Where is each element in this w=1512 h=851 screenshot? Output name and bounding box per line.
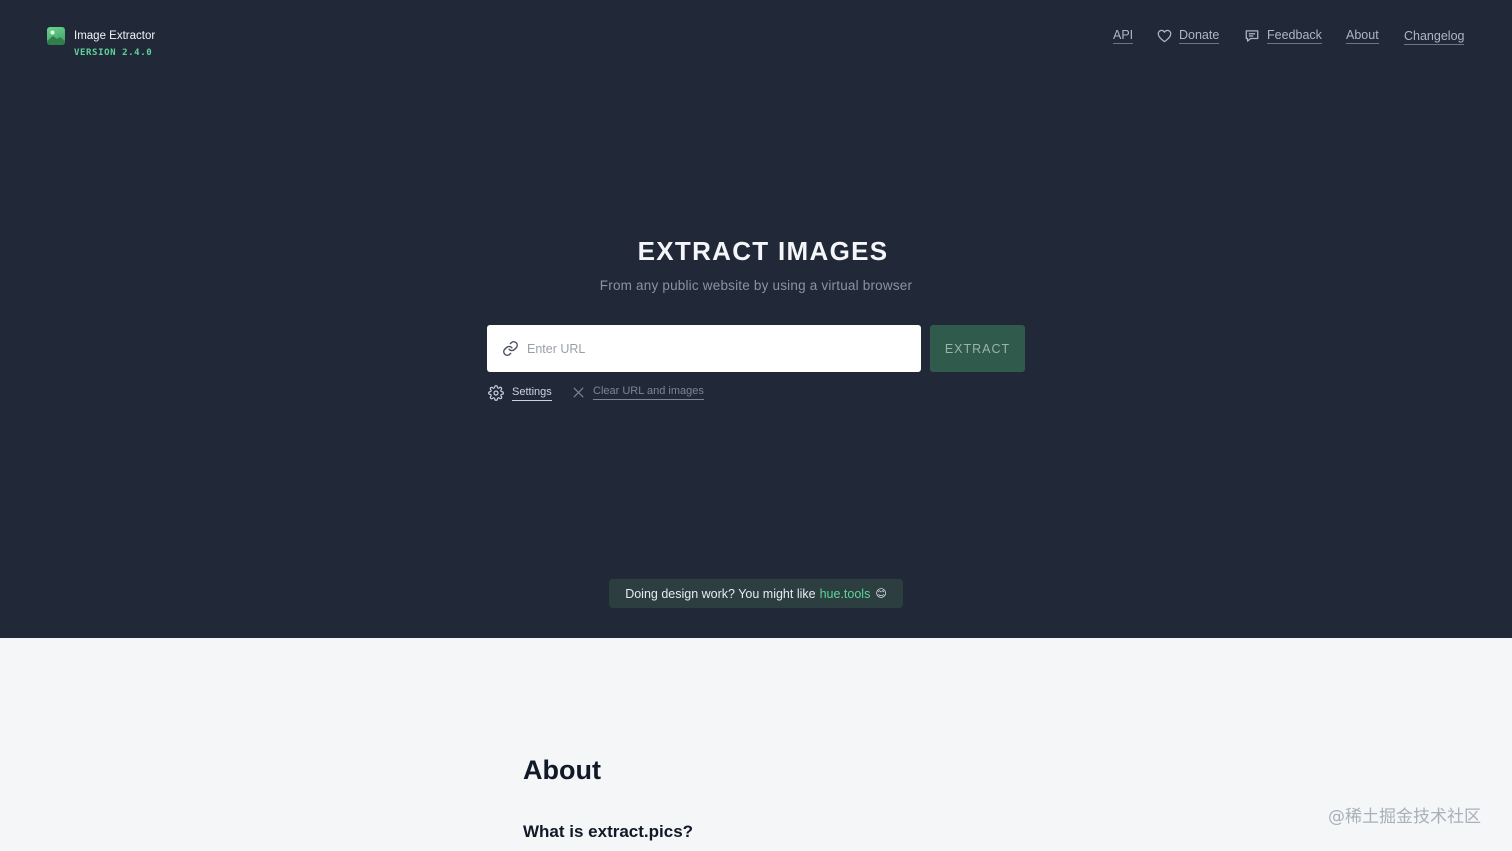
nav-link-label: Changelog bbox=[1404, 29, 1465, 45]
brand[interactable]: Image Extractor VERSION 2.4.0 bbox=[47, 27, 155, 60]
nav-link-changelog[interactable]: Changelog bbox=[1404, 28, 1465, 46]
clear-url-button[interactable]: Clear URL and images bbox=[572, 385, 704, 400]
gear-icon bbox=[488, 385, 504, 401]
hero-section: Image Extractor VERSION 2.4.0 API Donate… bbox=[0, 0, 1512, 638]
settings-label: Settings bbox=[512, 386, 552, 401]
chat-icon bbox=[1245, 30, 1259, 42]
nav-link-label: API bbox=[1113, 28, 1134, 44]
about-heading: About bbox=[523, 755, 601, 785]
heart-icon bbox=[1157, 29, 1172, 43]
nav-link-about[interactable]: About bbox=[1346, 27, 1379, 45]
promo-text: Doing design work? You might like bbox=[625, 586, 816, 601]
nav-link-donate[interactable]: Donate bbox=[1157, 27, 1220, 45]
url-input[interactable] bbox=[527, 325, 912, 372]
watermark: @稀土掘金技术社区 bbox=[1328, 807, 1481, 827]
close-icon bbox=[573, 387, 584, 398]
brand-name: Image Extractor bbox=[74, 30, 156, 42]
promo-banner: Doing design work? You might like hue.to… bbox=[609, 579, 903, 608]
nav-link-label: Feedback bbox=[1267, 28, 1322, 44]
clear-url-label: Clear URL and images bbox=[593, 385, 704, 400]
page-subtitle: From any public website by using a virtu… bbox=[599, 278, 913, 293]
about-question: What is extract.pics? bbox=[523, 822, 694, 841]
settings-button[interactable]: Settings bbox=[488, 385, 552, 401]
nav-link-label: Donate bbox=[1179, 28, 1220, 44]
extract-button[interactable]: EXTRACT bbox=[930, 325, 1025, 372]
nav-link-label: About bbox=[1346, 28, 1379, 44]
link-icon bbox=[503, 341, 518, 356]
brand-version: VERSION 2.4.0 bbox=[74, 48, 153, 58]
smile-emoji-icon: 😊 bbox=[875, 588, 887, 600]
nav-link-feedback[interactable]: Feedback bbox=[1244, 27, 1322, 45]
top-nav: API Donate Feedback About Changelog bbox=[1100, 27, 1470, 47]
url-field[interactable] bbox=[487, 325, 921, 372]
page-title: EXTRACT IMAGES bbox=[637, 236, 889, 266]
image-logo-icon bbox=[47, 27, 65, 45]
promo-link[interactable]: hue.tools bbox=[820, 587, 871, 601]
nav-link-api[interactable]: API bbox=[1113, 27, 1134, 45]
